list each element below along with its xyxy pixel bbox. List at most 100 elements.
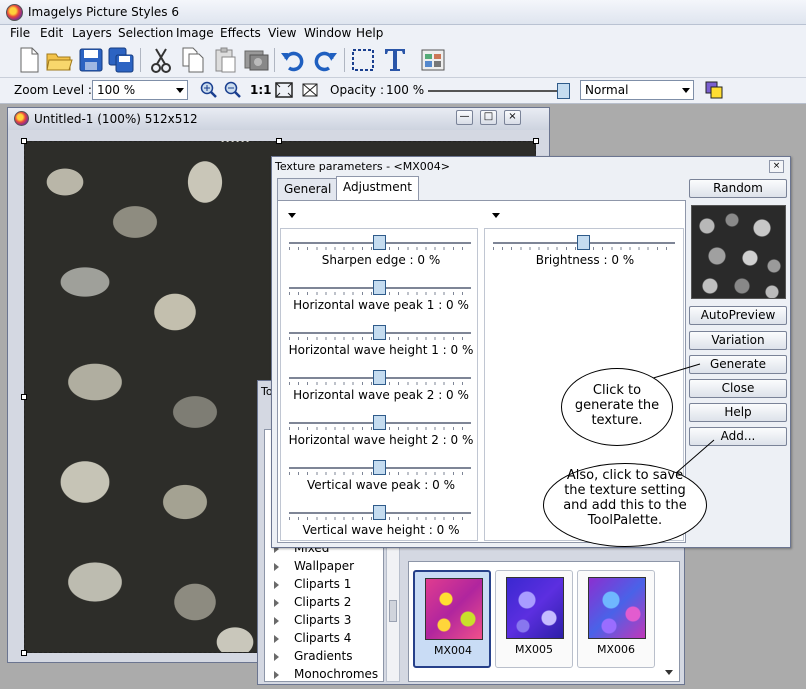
selection-handle[interactable]: [21, 138, 27, 144]
left-slider[interactable]: Horizontal wave height 1 : 0 %: [283, 325, 473, 369]
scroll-down-icon[interactable]: [665, 670, 673, 675]
minimize-icon[interactable]: —: [456, 110, 473, 125]
right-slider[interactable]: Brightness : 0 %: [487, 235, 675, 279]
category-item[interactable]: Monochromes: [265, 666, 383, 684]
layer-options-icon[interactable]: [702, 75, 726, 105]
autopreview-button[interactable]: AutoPreview: [689, 306, 787, 325]
expand-arrow-icon: [274, 581, 279, 589]
blend-mode-select[interactable]: Normal: [580, 80, 694, 100]
full-screen-icon[interactable]: [298, 75, 322, 105]
slider-handle[interactable]: [373, 235, 386, 250]
zoom-out-icon[interactable]: [222, 75, 244, 105]
paste-icon[interactable]: [210, 45, 240, 75]
opacity-slider-handle[interactable]: [557, 83, 570, 99]
save-all-icon[interactable]: [106, 45, 136, 75]
main-toolbar: [0, 42, 806, 78]
tab-adjustment[interactable]: Adjustment: [336, 176, 419, 200]
maximize-icon[interactable]: □: [480, 110, 497, 125]
category-item[interactable]: Cliparts 2: [265, 594, 383, 612]
menu-view[interactable]: View: [268, 26, 296, 40]
texture-preview: [691, 205, 786, 299]
open-folder-icon[interactable]: [44, 45, 74, 75]
left-slider[interactable]: Horizontal wave peak 1 : 0 %: [283, 280, 471, 324]
text-tool-icon[interactable]: [380, 45, 410, 75]
document-title-bar[interactable]: Untitled-1 (100%) 512x512 — □ ×: [8, 108, 549, 130]
category-item[interactable]: Cliparts 3: [265, 612, 383, 630]
left-slider[interactable]: Horizontal wave peak 2 : 0 %: [283, 370, 471, 414]
menu-effects[interactable]: Effects: [220, 26, 261, 40]
slider-label: Horizontal wave height 2 : 0 %: [288, 433, 474, 447]
help-button[interactable]: Help: [689, 403, 787, 422]
expand-arrow-icon: [274, 617, 279, 625]
slider-handle[interactable]: [373, 325, 386, 340]
paste-image-icon[interactable]: [242, 45, 272, 75]
generate-callout-text: Click to generate the texture.: [574, 383, 660, 428]
slider-handle[interactable]: [373, 280, 386, 295]
thumbnail-caption: MX004: [433, 644, 473, 657]
selection-handle[interactable]: [21, 650, 27, 656]
selection-handle[interactable]: [21, 394, 27, 400]
add-callout-text: Also, click to save the texture setting …: [563, 468, 687, 528]
selection-handle[interactable]: [533, 138, 539, 144]
add-button[interactable]: Add...: [689, 427, 787, 446]
close-button[interactable]: Close: [689, 379, 787, 398]
chevron-down-icon: [492, 213, 500, 218]
chevron-down-icon: [288, 213, 296, 218]
opacity-value: 100 %: [386, 83, 425, 97]
new-file-icon[interactable]: [14, 45, 44, 75]
category-item[interactable]: Cliparts 4: [265, 630, 383, 648]
slider-label: Horizontal wave peak 2 : 0 %: [293, 388, 469, 402]
tab-general[interactable]: General: [277, 178, 339, 200]
menu-image[interactable]: Image: [176, 26, 214, 40]
undo-icon[interactable]: [278, 45, 308, 75]
save-icon[interactable]: [76, 45, 106, 75]
selection-handle[interactable]: [276, 138, 282, 144]
slider-handle[interactable]: [373, 370, 386, 385]
thumbnail-caption: MX005: [514, 643, 554, 656]
menu-edit[interactable]: Edit: [40, 26, 63, 40]
menu-selection[interactable]: Selection: [118, 26, 173, 40]
left-slider[interactable]: Vertical wave height : 0 %: [283, 505, 471, 549]
close-icon[interactable]: ×: [504, 110, 521, 125]
slider-handle[interactable]: [373, 460, 386, 475]
category-item[interactable]: Cliparts 1: [265, 576, 383, 594]
menu-help[interactable]: Help: [356, 26, 383, 40]
left-slider[interactable]: Sharpen edge : 0 %: [283, 235, 471, 279]
rect-select-icon[interactable]: [348, 45, 378, 75]
generate-button[interactable]: Generate: [689, 355, 787, 374]
random-button[interactable]: Random: [689, 179, 787, 198]
menu-layers[interactable]: Layers: [72, 26, 112, 40]
thumbnail-item[interactable]: MX004: [413, 570, 491, 668]
app-title-bar: Imagelys Picture Styles 6: [0, 0, 806, 25]
tool-palette-icon[interactable]: [418, 45, 448, 75]
slider-handle[interactable]: [577, 235, 590, 250]
category-item[interactable]: Gradients: [265, 648, 383, 666]
variation-button[interactable]: Variation: [689, 331, 787, 350]
zoom-in-icon[interactable]: [198, 75, 220, 105]
texture-preview-image: [588, 577, 646, 639]
actual-size-button[interactable]: 1:1: [250, 83, 272, 97]
copy-icon[interactable]: [178, 45, 208, 75]
cut-icon[interactable]: [146, 45, 176, 75]
dialog-title: Texture parameters - <MX004>: [275, 160, 450, 173]
menu-file[interactable]: File: [10, 26, 30, 40]
redo-icon[interactable]: [310, 45, 340, 75]
expand-arrow-icon: [274, 563, 279, 571]
left-slider[interactable]: Horizontal wave height 2 : 0 %: [283, 415, 473, 459]
scrollbar-thumb[interactable]: [389, 600, 397, 622]
left-slider[interactable]: Vertical wave peak : 0 %: [283, 460, 471, 504]
close-icon[interactable]: ×: [769, 160, 784, 173]
opacity-slider-track[interactable]: [428, 90, 564, 92]
document-icon: [14, 111, 29, 126]
right-group-dropdown[interactable]: [484, 204, 684, 226]
category-item[interactable]: Wallpaper: [265, 558, 383, 576]
left-group-dropdown[interactable]: [280, 204, 482, 226]
slider-handle[interactable]: [373, 415, 386, 430]
thumbnail-item[interactable]: MX005: [495, 570, 573, 668]
menu-window[interactable]: Window: [304, 26, 351, 40]
zoom-level-select[interactable]: 100 %: [92, 80, 188, 100]
thumbnail-item[interactable]: MX006: [577, 570, 655, 668]
slider-handle[interactable]: [373, 505, 386, 520]
fit-window-icon[interactable]: [272, 75, 296, 105]
slider-label: Horizontal wave peak 1 : 0 %: [293, 298, 469, 312]
